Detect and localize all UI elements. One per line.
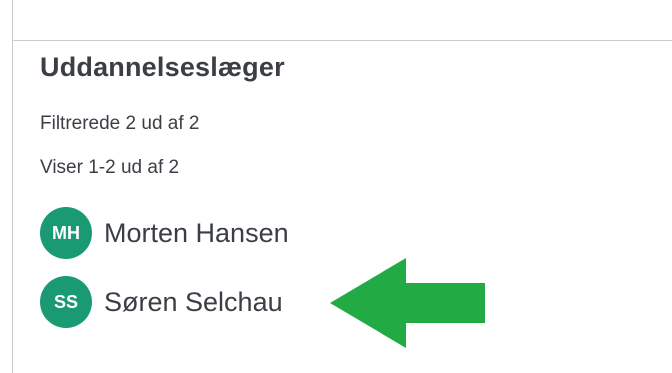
section-title: Uddannelseslæger bbox=[40, 52, 285, 82]
arrow-left-icon bbox=[330, 258, 485, 348]
person-name[interactable]: Morten Hansen bbox=[104, 218, 289, 249]
filter-count-text: Filtrerede 2 ud af 2 bbox=[40, 113, 200, 134]
avatar: MH bbox=[40, 207, 92, 259]
panel-divider bbox=[13, 40, 672, 41]
person-row-morten-hansen[interactable]: MH Morten Hansen bbox=[40, 207, 289, 259]
showing-range-text: Viser 1-2 ud af 2 bbox=[40, 157, 180, 178]
person-row-soren-selchau[interactable]: SS Søren Selchau bbox=[40, 276, 283, 328]
avatar: SS bbox=[40, 276, 92, 328]
person-name[interactable]: Søren Selchau bbox=[104, 287, 283, 318]
